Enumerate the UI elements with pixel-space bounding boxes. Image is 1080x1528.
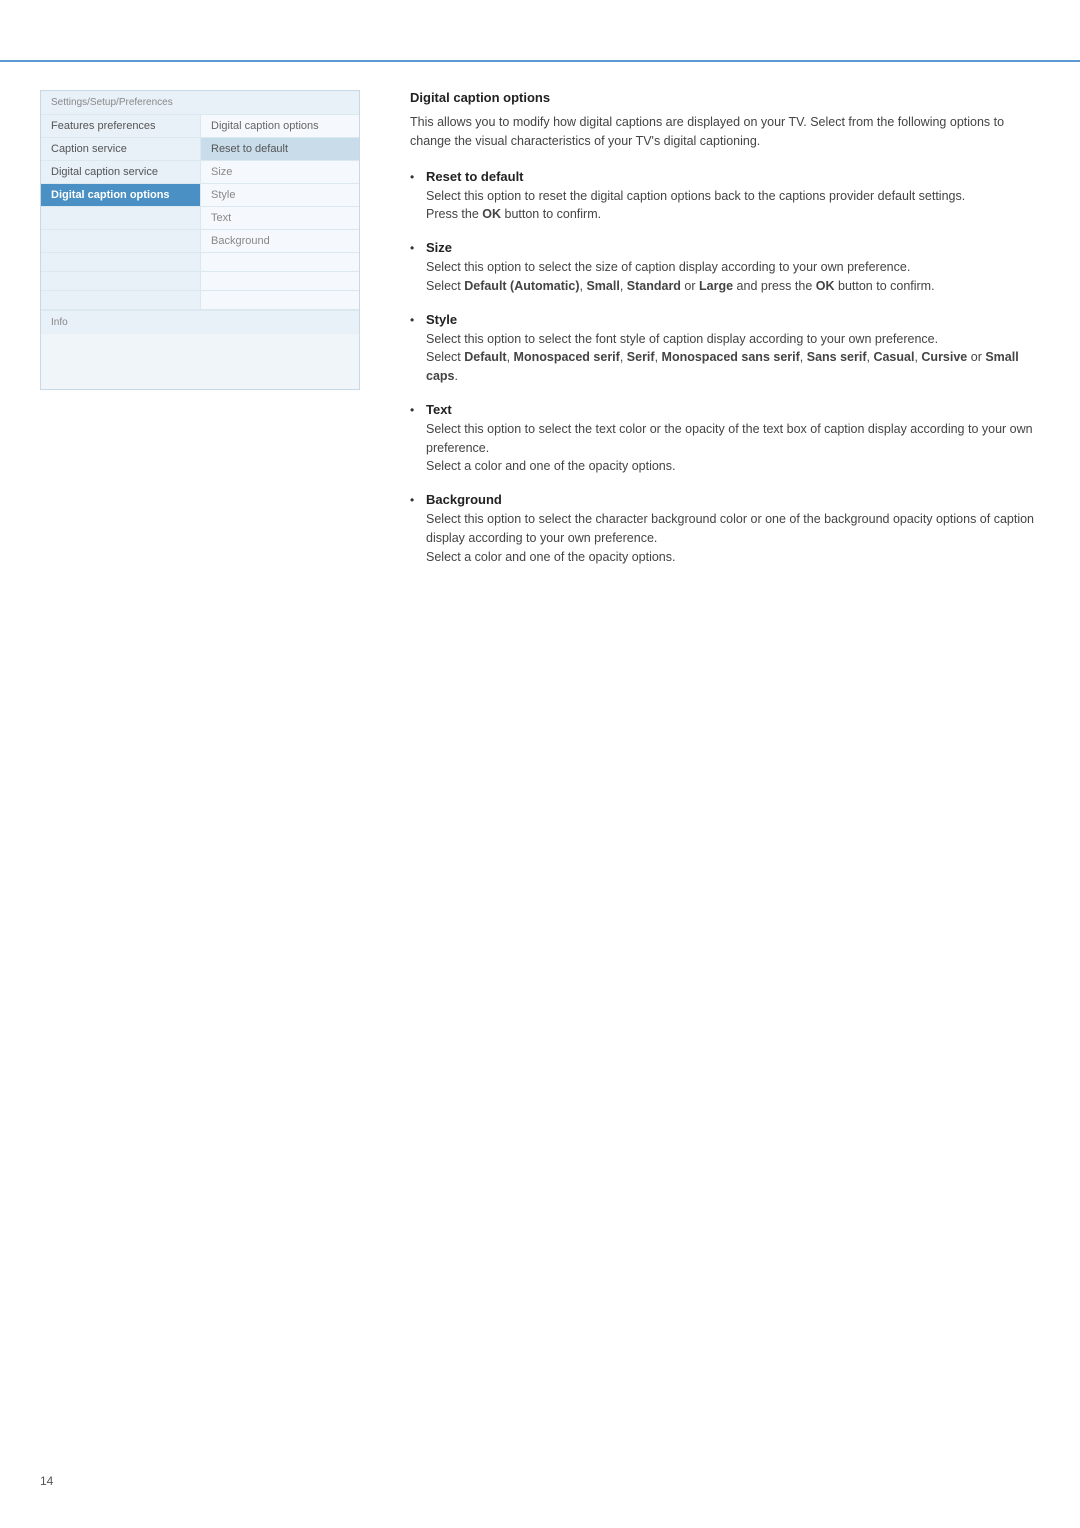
menu-info: Info bbox=[41, 310, 359, 334]
bold-style-default: Default bbox=[464, 350, 506, 364]
section-title: Digital caption options bbox=[410, 90, 1040, 105]
option-content-1: Size Select this option to select the si… bbox=[426, 240, 1040, 296]
left-panel: Settings/Setup/Preferences Features pref… bbox=[40, 90, 360, 582]
menu-left-0[interactable]: Features preferences bbox=[41, 115, 201, 137]
menu-right-7 bbox=[201, 272, 359, 290]
menu-left-8 bbox=[41, 291, 201, 309]
bold-small: Small bbox=[586, 279, 619, 293]
bold-serif: Serif bbox=[627, 350, 655, 364]
option-title-1: Size bbox=[426, 240, 1040, 255]
bold-default: Default (Automatic) bbox=[464, 279, 579, 293]
option-content-2: Style Select this option to select the f… bbox=[426, 312, 1040, 386]
option-desc-2: Select this option to select the font st… bbox=[426, 330, 1040, 386]
menu-right-6 bbox=[201, 253, 359, 271]
menu-right-8 bbox=[201, 291, 359, 309]
top-border bbox=[0, 60, 1080, 62]
bullet-0: • bbox=[410, 170, 426, 184]
option-title-3: Text bbox=[426, 402, 1040, 417]
bold-ok-0: OK bbox=[482, 207, 501, 221]
menu-row-4: Text bbox=[41, 207, 359, 230]
bold-cursive: Cursive bbox=[921, 350, 967, 364]
menu-row-5: Background bbox=[41, 230, 359, 253]
option-desc-1: Select this option to select the size of… bbox=[426, 258, 1040, 296]
option-title-2: Style bbox=[426, 312, 1040, 327]
menu-left-2[interactable]: Digital caption service bbox=[41, 161, 201, 183]
menu-row-2: Digital caption service Size bbox=[41, 161, 359, 184]
option-desc-3: Select this option to select the text co… bbox=[426, 420, 1040, 476]
menu-row-7 bbox=[41, 272, 359, 291]
option-item-4: • Background Select this option to selec… bbox=[410, 492, 1040, 566]
menu-right-5[interactable]: Background bbox=[201, 230, 359, 252]
menu-right-1[interactable]: Reset to default bbox=[201, 138, 359, 160]
bold-standard: Standard bbox=[627, 279, 681, 293]
menu-left-5 bbox=[41, 230, 201, 252]
menu-row-1: Caption service Reset to default bbox=[41, 138, 359, 161]
option-item-2: • Style Select this option to select the… bbox=[410, 312, 1040, 386]
option-desc-4: Select this option to select the charact… bbox=[426, 510, 1040, 566]
bullet-3: • bbox=[410, 403, 426, 417]
menu-left-6 bbox=[41, 253, 201, 271]
bullet-4: • bbox=[410, 493, 426, 507]
menu-left-4 bbox=[41, 207, 201, 229]
option-item-3: • Text Select this option to select the … bbox=[410, 402, 1040, 476]
menu-right-2[interactable]: Size bbox=[201, 161, 359, 183]
option-title-0: Reset to default bbox=[426, 169, 1040, 184]
menu-right-3[interactable]: Style bbox=[201, 184, 359, 206]
option-desc-0: Select this option to reset the digital … bbox=[426, 187, 1040, 225]
page-number: 14 bbox=[40, 1474, 53, 1488]
bold-sans: Sans serif bbox=[807, 350, 867, 364]
menu-left-1[interactable]: Caption service bbox=[41, 138, 201, 160]
bold-mono-sans: Monospaced sans serif bbox=[662, 350, 800, 364]
menu-row-6 bbox=[41, 253, 359, 272]
menu-row-8 bbox=[41, 291, 359, 310]
menu-left-3[interactable]: Digital caption options bbox=[41, 184, 201, 206]
menu-row-0: Features preferences Digital caption opt… bbox=[41, 115, 359, 138]
bullet-2: • bbox=[410, 313, 426, 327]
menu-box: Settings/Setup/Preferences Features pref… bbox=[40, 90, 360, 390]
bullet-1: • bbox=[410, 241, 426, 255]
bold-large: Large bbox=[699, 279, 733, 293]
option-content-3: Text Select this option to select the te… bbox=[426, 402, 1040, 476]
option-item-0: • Reset to default Select this option to… bbox=[410, 169, 1040, 225]
menu-row-3: Digital caption options Style bbox=[41, 184, 359, 207]
breadcrumb: Settings/Setup/Preferences bbox=[41, 91, 359, 115]
option-content-0: Reset to default Select this option to r… bbox=[426, 169, 1040, 225]
option-title-4: Background bbox=[426, 492, 1040, 507]
option-list: • Reset to default Select this option to… bbox=[410, 169, 1040, 567]
right-panel: Digital caption options This allows you … bbox=[400, 90, 1040, 582]
option-item-1: • Size Select this option to select the … bbox=[410, 240, 1040, 296]
bold-ok-1: OK bbox=[816, 279, 835, 293]
menu-right-0[interactable]: Digital caption options bbox=[201, 115, 359, 137]
menu-right-4[interactable]: Text bbox=[201, 207, 359, 229]
option-content-4: Background Select this option to select … bbox=[426, 492, 1040, 566]
menu-left-7 bbox=[41, 272, 201, 290]
section-intro: This allows you to modify how digital ca… bbox=[410, 113, 1040, 151]
bold-mono-serif: Monospaced serif bbox=[514, 350, 620, 364]
bold-casual: Casual bbox=[873, 350, 914, 364]
